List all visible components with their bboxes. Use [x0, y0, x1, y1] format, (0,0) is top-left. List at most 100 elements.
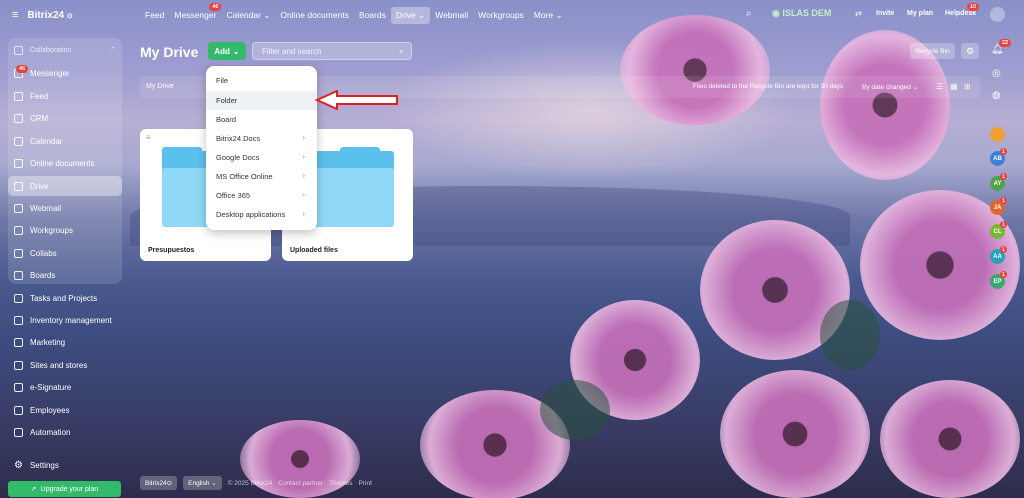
settings-link[interactable]: ⚙ Settings	[14, 460, 59, 471]
breadcrumb[interactable]: My Drive	[146, 83, 174, 90]
sidebar-item-collabs[interactable]: Collabs	[8, 243, 122, 263]
avatar[interactable]: JA 1	[990, 197, 1007, 215]
switch-icon[interactable]: ⇄	[855, 9, 862, 18]
menu-item-ms-office-online[interactable]: MS Office Online ›	[206, 167, 317, 186]
my-plan-button[interactable]: My plan	[907, 10, 933, 17]
background-flower	[620, 15, 770, 125]
topnav-more[interactable]: More ⌄	[529, 7, 568, 24]
topnav-webmail[interactable]: Webmail	[430, 7, 473, 23]
chevron-right-icon: ›	[302, 133, 305, 142]
footer-brand[interactable]: Bitrix24⊙	[140, 476, 178, 490]
avatar[interactable]: CL 1	[990, 221, 1007, 239]
chat-icon[interactable]: ◍	[992, 90, 1001, 101]
contact-partner-link[interactable]: Contact partner	[278, 480, 323, 487]
menu-item-file[interactable]: File	[206, 71, 317, 90]
sidebar-item-calendar[interactable]: Calendar	[8, 131, 122, 151]
inventory-icon	[14, 315, 23, 325]
menu-item-folder[interactable]: Folder	[206, 91, 317, 110]
sidebar-item-workgroups[interactable]: Workgroups	[8, 220, 122, 240]
messenger-badge: 46	[209, 3, 222, 11]
themes-link[interactable]: Themes	[329, 480, 352, 487]
signature-icon	[14, 382, 23, 392]
sidebar-item-esignature[interactable]: e-Signature	[8, 377, 122, 397]
avatar[interactable]: AA 1	[990, 246, 1007, 264]
menu-item-board[interactable]: Board	[206, 110, 317, 129]
recycle-note: Files deleted to the Recycle Bin are kep…	[693, 83, 844, 90]
sidebar-item-messenger[interactable]: Messenger 46	[8, 63, 122, 83]
menu-item-bitrix24-docs[interactable]: Bitrix24.Docs ›	[206, 129, 317, 148]
add-button[interactable]: Add ⌄	[208, 42, 246, 60]
folder-icon-front	[304, 168, 394, 227]
background-leaf	[540, 380, 610, 440]
folder-name: Presupuestos	[148, 247, 195, 254]
sidebar-item-feed[interactable]: Feed	[8, 86, 122, 106]
card-menu-icon[interactable]: ≡	[146, 133, 151, 142]
search-icon[interactable]: ⌕	[746, 8, 752, 19]
topnav-feed[interactable]: Feed	[140, 7, 169, 23]
search-history-icon[interactable]: ◎	[992, 68, 1001, 79]
chevron-right-icon: ›	[302, 209, 305, 218]
print-link[interactable]: Print	[359, 480, 372, 487]
messenger-sidebar-badge: 46	[16, 65, 29, 73]
chevron-right-icon: ›	[302, 190, 305, 199]
menu-item-office-365[interactable]: Office 365 ›	[206, 186, 317, 205]
sidebar-item-sites[interactable]: Sites and stores	[8, 355, 122, 375]
employees-icon	[14, 405, 23, 415]
gear-icon: ⚙	[965, 45, 975, 56]
hamburger-menu-icon[interactable]: ≡	[12, 9, 18, 21]
drive-icon	[14, 181, 23, 191]
sidebar-item-automation[interactable]: Automation	[8, 422, 122, 442]
helpdesk-button[interactable]: Helpdesk 10	[945, 3, 980, 17]
sidebar-item-tasks[interactable]: Tasks and Projects	[8, 288, 122, 308]
calendar-icon	[14, 136, 23, 146]
sidebar-item-marketing[interactable]: Marketing	[8, 332, 122, 352]
chevron-down-icon: ⌄	[232, 46, 240, 56]
sidebar-item-webmail[interactable]: Webmail	[8, 198, 122, 218]
top-nav: Feed Messenger 46 Calendar ⌄ Online docum…	[140, 3, 568, 24]
sidebar-item-employees[interactable]: Employees	[8, 400, 122, 420]
settings-gear-button[interactable]: ⚙	[961, 43, 979, 59]
recycle-bin-button[interactable]: Recycle Bin	[910, 43, 955, 59]
sidebar-item-boards[interactable]: Boards	[8, 265, 122, 285]
menu-item-desktop-applications[interactable]: Desktop applications ›	[206, 205, 317, 224]
topnav-calendar[interactable]: Calendar ⌄	[221, 7, 275, 24]
feed-icon	[14, 91, 23, 101]
avatar-badge: 1	[1000, 148, 1007, 155]
upgrade-plan-button[interactable]: ➚ Upgrade your plan	[8, 481, 121, 497]
topnav-workgroups[interactable]: Workgroups	[473, 7, 529, 23]
avatar-badge: 1	[1000, 173, 1007, 180]
sidebar-item-crm[interactable]: CRM	[8, 108, 122, 128]
sidebar: Collaboration ⌃ Messenger 46 Feed CRM Cale…	[8, 38, 122, 284]
sites-icon	[14, 360, 23, 370]
sort-select[interactable]: By date changed ⌄	[862, 83, 918, 91]
tasks-icon	[14, 293, 23, 303]
notifications-icon[interactable]: 🔔︎ 22	[991, 39, 1012, 55]
group-chat-icon[interactable]	[990, 127, 1005, 142]
avatar-badge: 1	[1000, 221, 1007, 228]
avatar[interactable]: AB 1	[990, 148, 1007, 166]
avatar[interactable]: AY 1	[990, 173, 1007, 191]
topnav-boards[interactable]: Boards	[354, 7, 391, 23]
copyright: © 2025 Bitrix24	[227, 479, 273, 487]
list-view-icon[interactable]: ☰	[936, 82, 943, 91]
user-avatar[interactable]	[990, 7, 1005, 22]
workgroups-icon	[14, 225, 23, 235]
menu-item-google-docs[interactable]: Google Docs ›	[206, 148, 317, 167]
search-input[interactable]: Filter and search ⌕	[252, 42, 412, 60]
sidebar-item-drive[interactable]: Drive	[8, 176, 122, 196]
sidebar-item-inventory[interactable]: Inventory management	[8, 310, 122, 330]
topnav-messenger[interactable]: Messenger 46	[169, 3, 222, 23]
chevron-up-icon: ⌃	[110, 47, 116, 54]
sidebar-item-online-documents[interactable]: Online documents	[8, 153, 122, 173]
tile-view-icon[interactable]: ⊞	[964, 82, 971, 91]
rocket-icon: ➚	[30, 486, 37, 493]
footer: Bitrix24⊙ English ⌄ © 2025 Bitrix24 Cont…	[140, 476, 372, 490]
language-select[interactable]: English ⌄	[183, 476, 222, 490]
avatar[interactable]: EP 1	[990, 271, 1007, 289]
app-logo[interactable]: Bitrix24 ⊙	[27, 10, 72, 21]
sidebar-section-collaboration[interactable]: Collaboration ⌃	[8, 40, 122, 60]
grid-view-icon[interactable]: ▦	[950, 82, 958, 91]
invite-button[interactable]: Invite	[876, 10, 894, 17]
topnav-drive[interactable]: Drive ⌄	[390, 6, 431, 24]
topnav-online-documents[interactable]: Online documents	[275, 7, 354, 23]
